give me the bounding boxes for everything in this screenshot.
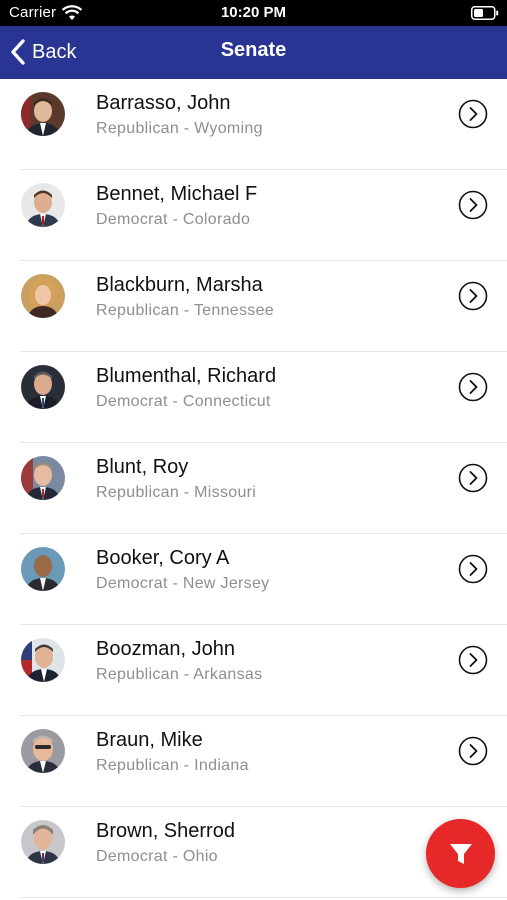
senator-name: Braun, Mike [96,729,203,751]
senator-party-state: Republican - Indiana [96,757,249,774]
senator-portrait [21,456,65,500]
senator-portrait [21,638,65,682]
senator-party-state: Republican - Arkansas [96,666,263,683]
senator-party-state: Democrat - New Jersey [96,575,270,592]
senator-row[interactable]: Blumenthal, Richard Democrat - Connectic… [0,352,507,443]
filter-icon [449,843,472,864]
senator-party-state: Democrat - Colorado [96,211,251,228]
senator-party-state: Democrat - Ohio [96,848,218,865]
status-bar: Carrier 10:20 PM [0,0,507,26]
senator-name: Barrasso, John [96,92,231,114]
chevron-right-circle-icon[interactable] [458,554,488,584]
senator-name: Blumenthal, Richard [96,365,277,387]
page-title: Senate [220,39,287,61]
senator-row[interactable]: Bennet, Michael F Democrat - Colorado [0,170,507,261]
chevron-right-circle-icon[interactable] [458,645,488,675]
senator-name: Bennet, Michael F [96,183,258,205]
battery-icon [471,6,499,20]
senator-row[interactable]: Braun, Mike Republican - Indiana [0,716,507,807]
senator-row[interactable]: Barrasso, John Republican - Wyoming [0,79,507,170]
senator-name: Blunt, Roy [96,456,189,478]
senator-portrait [21,92,65,136]
senator-name: Boozman, John [96,638,235,660]
senator-row[interactable]: Booker, Cory A Democrat - New Jersey [0,534,507,625]
senator-party-state: Republican - Tennessee [96,302,274,319]
filter-button[interactable] [426,819,495,888]
senator-portrait [21,729,65,773]
senator-portrait [21,183,65,227]
senator-portrait [21,365,65,409]
navigation-bar: Back Senate [0,26,507,79]
senator-party-state: Democrat - Connecticut [96,393,271,410]
senator-name: Blackburn, Marsha [96,274,263,296]
chevron-right-circle-icon[interactable] [458,99,488,129]
senator-portrait [21,547,65,591]
senate-screen: Carrier 10:20 PM Back Senate Barrasso, J… [0,0,507,900]
senator-name: Brown, Sherrod [96,820,235,842]
status-time: 10:20 PM [220,4,287,21]
senator-portrait [21,274,65,318]
chevron-right-circle-icon[interactable] [458,372,488,402]
senator-row[interactable]: Blunt, Roy Republican - Missouri [0,443,507,534]
chevron-right-circle-icon[interactable] [458,463,488,493]
chevron-right-circle-icon[interactable] [458,190,488,220]
senator-portrait [21,820,65,864]
senator-party-state: Republican - Missouri [96,484,257,501]
chevron-right-circle-icon[interactable] [458,736,488,766]
senator-party-state: Republican - Wyoming [96,120,263,137]
senator-name: Booker, Cory A [96,547,230,569]
chevron-right-circle-icon[interactable] [458,281,488,311]
senator-row[interactable]: Boozman, John Republican - Arkansas [0,625,507,716]
senator-row[interactable]: Blackburn, Marsha Republican - Tennessee [0,261,507,352]
senator-list: Barrasso, John Republican - Wyoming Benn… [0,79,507,898]
